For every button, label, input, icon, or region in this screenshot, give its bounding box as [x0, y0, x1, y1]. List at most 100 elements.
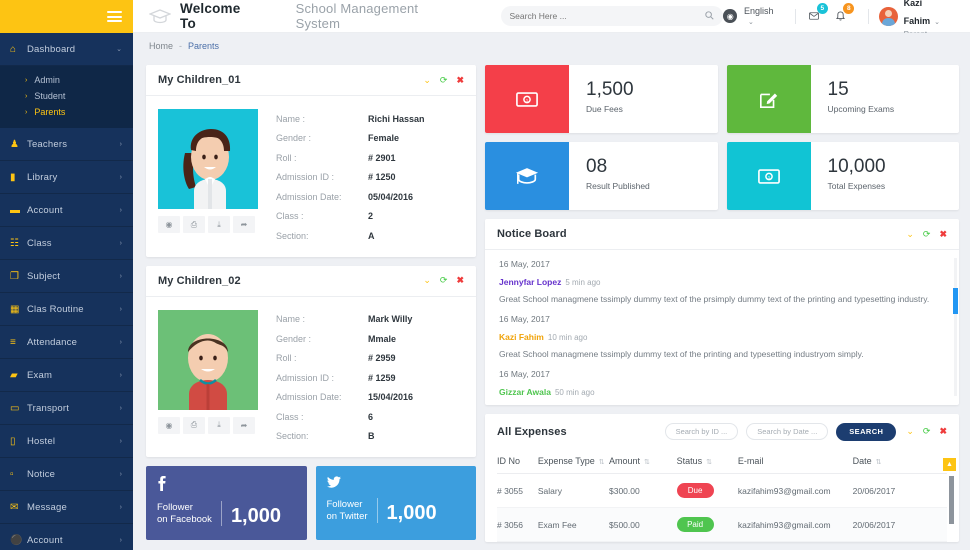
sort-icon[interactable]: ⇅ [706, 459, 712, 466]
social-card-facebook[interactable]: Follower on Facebook 1,000 [146, 466, 307, 540]
language-selector[interactable]: English ⌄ [744, 6, 785, 26]
refresh-icon[interactable]: ⟳ [923, 427, 931, 436]
column-label: E-mail [737, 456, 764, 466]
child-info-label: Section: [276, 230, 309, 241]
eye-icon[interactable]: ◉ [158, 416, 180, 434]
close-icon[interactable]: ✖ [456, 276, 464, 285]
column-header-amount[interactable]: Amount ⇅ [608, 449, 677, 474]
search-icon[interactable] [705, 10, 715, 22]
sidebar-item-subject[interactable]: ❐ Subject › [0, 260, 133, 293]
globe-icon[interactable]: ◉ [723, 9, 737, 23]
sidebar-item-class[interactable]: ☷ Class › [0, 227, 133, 260]
sidebar-subitem-parents[interactable]: › Parents [0, 104, 133, 120]
child-actions: ◉ ⎙ ⤓ ➦ [158, 216, 258, 233]
close-icon[interactable]: ✖ [939, 229, 947, 239]
sidebar-subitem-student[interactable]: › Student [0, 88, 133, 104]
child-card-header: My Children_02 ⌄ ⟳ ✖ [146, 266, 476, 297]
sidebar-item-transport[interactable]: ▭ Transport › [0, 392, 133, 425]
eye-icon[interactable]: ◉ [158, 216, 180, 233]
sidebar-item-account[interactable]: ⚫ Account › [0, 524, 133, 550]
sidebar-item-hostel[interactable]: ▯ Hostel › [0, 425, 133, 458]
download-icon[interactable]: ⤓ [208, 216, 230, 233]
sidebar-item-clas-routine[interactable]: ▦ Clas Routine › [0, 293, 133, 326]
briefcase-icon: ▬ [10, 204, 20, 216]
download-icon[interactable]: ⤓ [208, 416, 230, 434]
table-row[interactable]: # 3055 Salary $300.00 Due kazifahim93@gmail.… [497, 473, 947, 508]
refresh-icon[interactable]: ⟳ [440, 276, 448, 285]
sidebar-item-attendance[interactable]: ≡ Attendance › [0, 326, 133, 359]
sidebar-item-exam[interactable]: ▰ Exam › [0, 359, 133, 392]
chevron-icon: › [119, 173, 122, 181]
envelope-icon [809, 12, 820, 20]
avatar[interactable] [879, 6, 898, 26]
sidebar-item-teachers[interactable]: ♟ Teachers › [0, 128, 133, 161]
sidebar-item-account[interactable]: ▬ Account › [0, 194, 133, 227]
child-card-header: My Children_01 ⌄ ⟳ ✖ [146, 65, 476, 96]
notice-scrollbar-thumb[interactable] [953, 288, 958, 314]
sort-icon[interactable]: ⇅ [644, 459, 650, 466]
grid-icon: ☷ [10, 237, 19, 249]
collapse-icon[interactable]: ⌄ [423, 276, 431, 285]
child-actions: ◉ ⎙ ⤓ ➦ [158, 416, 258, 434]
column-header-expense-type[interactable]: Expense Type ⇅ [537, 449, 609, 474]
sidebar-item-notice[interactable]: ▫ Notice › [0, 458, 133, 491]
chevron-icon: › [119, 371, 122, 379]
print-icon[interactable]: ⎙ [183, 216, 205, 233]
facebook-icon [157, 476, 296, 494]
sidebar-item-library[interactable]: ▮ Library › [0, 161, 133, 194]
sidebar-item-message[interactable]: ✉ Message › [0, 491, 133, 524]
sidebar-logo-area [0, 0, 133, 33]
scroll-up-button[interactable]: ▲ [943, 458, 956, 471]
sidebar-subitem-admin[interactable]: › Admin [0, 72, 133, 88]
sort-icon[interactable]: ⇅ [876, 459, 882, 466]
breadcrumb-home[interactable]: Home [149, 41, 173, 51]
child-info-label: Admission Date: [276, 392, 342, 403]
close-icon[interactable]: ✖ [456, 75, 464, 85]
child-photo [158, 109, 258, 209]
search-by-id-input[interactable]: Search by ID ... [664, 423, 739, 440]
stat-card[interactable]: 08 Result Published [485, 142, 718, 210]
building-icon: ▯ [10, 435, 16, 447]
sort-icon[interactable]: ⇅ [599, 459, 605, 466]
print-icon[interactable]: ⎙ [183, 416, 205, 434]
cell-amount: $300.00 [608, 473, 677, 508]
stat-card[interactable]: 15 Upcoming Exams [726, 65, 959, 133]
share-icon[interactable]: ➦ [233, 416, 255, 434]
stat-card[interactable]: 1 10,000 Total Expenses [726, 142, 959, 210]
refresh-icon[interactable]: ⟳ [923, 229, 931, 239]
social-card-twitter[interactable]: Follower on Twitter 1,000 [315, 466, 476, 540]
notifications-button[interactable]: 8 [832, 3, 855, 25]
cell-amount: $500.00 [608, 507, 677, 542]
notice-scrollbar-track[interactable] [954, 258, 957, 396]
expenses-table-wrap: ID No Expense Type ⇅ Amount ⇅ Status ⇅ E-mail Da… [485, 449, 959, 542]
chevron-down-icon: ⌄ [748, 19, 754, 26]
collapse-icon[interactable]: ⌄ [906, 229, 914, 239]
collapse-icon[interactable]: ⌄ [423, 75, 431, 85]
brand[interactable]: Welcome To [133, 1, 258, 31]
calendar-icon: ▦ [10, 303, 20, 315]
table-row[interactable]: # 3056 Exam Fee $500.00 Paid kazifahim93@gma… [497, 507, 947, 542]
search-button[interactable]: SEARCH [836, 422, 897, 441]
sidebar-item-label: Subject [27, 270, 61, 282]
messages-button[interactable]: 5 [805, 3, 828, 25]
stat-card[interactable]: 1 1,500 Due Fees [485, 65, 718, 133]
search-by-date-input[interactable]: Search by Date ... [746, 423, 829, 440]
close-icon[interactable]: ✖ [939, 427, 947, 436]
menu-icon[interactable] [107, 11, 122, 22]
users-icon: ♟ [10, 138, 19, 150]
sidebar-item-label: Account [27, 534, 63, 546]
collapse-icon[interactable]: ⌄ [906, 427, 914, 436]
envelope-icon: ✉ [10, 501, 19, 513]
global-search[interactable] [500, 6, 724, 26]
social-label-line1: Follower [157, 502, 193, 513]
sidebar-item-dashboard[interactable]: ⌂ Dashboard ⌄ [0, 33, 133, 66]
card-tools: ⌄ ⟳ ✖ [423, 276, 464, 285]
column-header-status[interactable]: Status ⇅ [676, 449, 738, 474]
refresh-icon[interactable]: ⟳ [440, 75, 448, 85]
table-scrollbar-thumb[interactable] [949, 476, 954, 524]
child-info-value: Mmale [368, 333, 397, 344]
share-icon[interactable]: ➦ [233, 216, 255, 233]
column-header-date[interactable]: Date ⇅ [852, 449, 947, 474]
search-input[interactable] [509, 11, 700, 21]
sidebar-item-label: Message [27, 501, 67, 513]
